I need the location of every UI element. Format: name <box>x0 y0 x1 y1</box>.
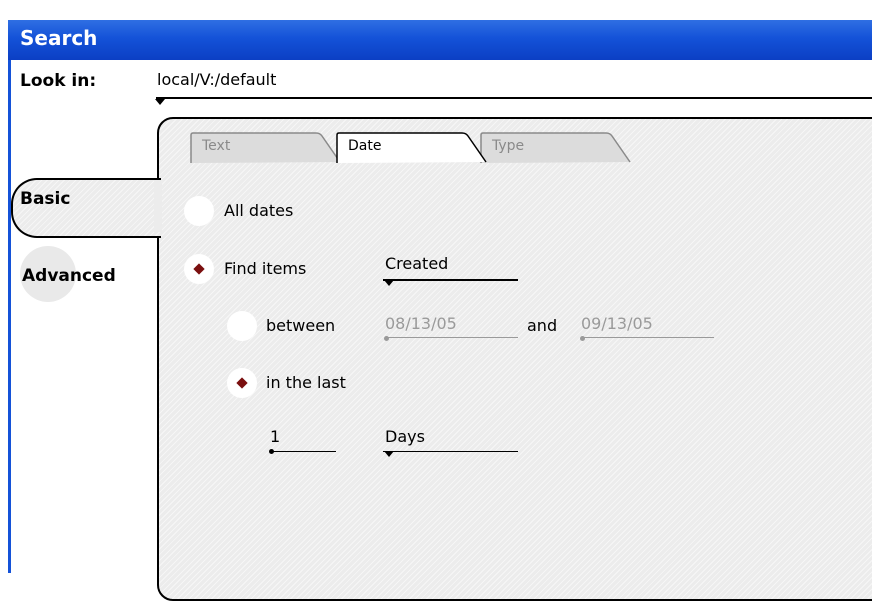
last-unit-select-value[interactable]: Days <box>385 427 425 446</box>
tab-type[interactable]: Type <box>480 132 640 163</box>
in-the-last-radio[interactable] <box>227 368 257 398</box>
tab-type-label: Type <box>492 138 525 154</box>
end-date-field[interactable]: 09/13/05 <box>581 314 653 333</box>
tab-text[interactable]: Text <box>190 132 350 163</box>
window-frame <box>8 60 11 573</box>
last-count-marker <box>269 449 274 454</box>
tab-date[interactable]: Date <box>336 132 496 163</box>
find-items-select-value[interactable]: Created <box>385 254 448 273</box>
side-tab-connector <box>154 180 162 232</box>
between-label: between <box>266 316 336 335</box>
and-label: and <box>527 316 558 335</box>
tab-text-label: Text <box>202 138 231 154</box>
look-in-label: Look in: <box>20 71 97 91</box>
radio-selected-dot <box>193 263 205 275</box>
start-date-field[interactable]: 08/13/05 <box>385 314 457 333</box>
last-count-underline <box>270 451 336 452</box>
window-title: Search <box>20 26 98 50</box>
radio-selected-dot <box>236 377 248 389</box>
all-dates-label: All dates <box>224 201 294 220</box>
side-tab-advanced-label: Advanced <box>22 266 116 286</box>
all-dates-radio[interactable] <box>184 196 214 226</box>
find-items-label: Find items <box>224 259 307 278</box>
start-date-marker <box>384 336 389 341</box>
between-radio[interactable] <box>227 311 257 341</box>
in-the-last-label: in the last <box>266 373 346 392</box>
look-in-field[interactable]: local/V:/default <box>157 70 276 89</box>
end-date-underline <box>581 337 714 338</box>
find-items-dropdown-icon[interactable] <box>384 280 394 286</box>
side-tab-basic-label: Basic <box>20 189 71 209</box>
find-items-radio[interactable] <box>184 254 214 284</box>
search-panel <box>157 117 872 601</box>
last-unit-underline <box>383 451 518 452</box>
last-count-field[interactable]: 1 <box>270 427 280 446</box>
look-in-dropdown-icon[interactable] <box>155 99 165 105</box>
end-date-marker <box>580 336 585 341</box>
tab-date-label: Date <box>348 138 382 154</box>
last-unit-dropdown-icon[interactable] <box>384 451 394 457</box>
look-in-underline <box>156 97 872 99</box>
find-items-select-underline <box>383 279 518 281</box>
title-bar <box>8 20 872 60</box>
start-date-underline <box>385 337 518 338</box>
